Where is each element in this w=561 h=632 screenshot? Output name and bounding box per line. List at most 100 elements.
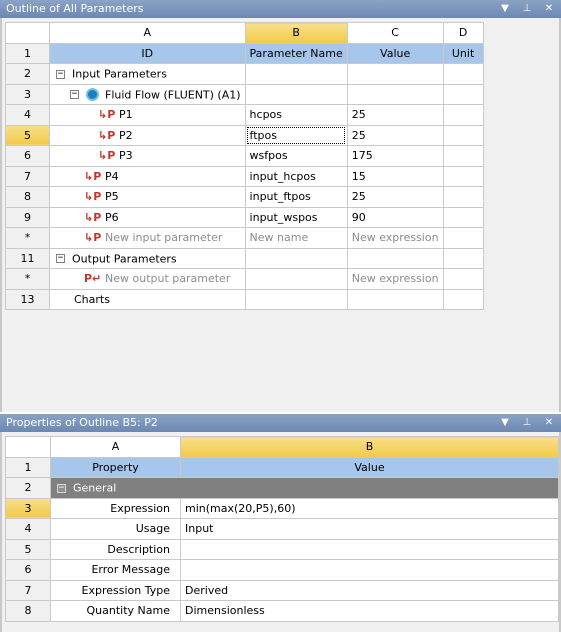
parameter-value-cell[interactable]: 175 xyxy=(346,145,444,167)
property-value[interactable] xyxy=(180,538,559,560)
table-row[interactable]: 7 ↳P P4 input_hcpos 15 xyxy=(5,165,484,187)
column-header-a[interactable]: A xyxy=(50,436,181,458)
table-cell[interactable] xyxy=(244,83,348,105)
row-number[interactable]: * xyxy=(5,227,50,249)
input-parameters-group[interactable]: − Input Parameters xyxy=(49,63,246,85)
parameter-id-cell[interactable]: ↳P P3 xyxy=(49,145,246,167)
parameter-unit-cell[interactable] xyxy=(442,104,484,126)
corner-cell[interactable] xyxy=(5,436,51,458)
parameter-value-cell[interactable]: 25 xyxy=(346,104,444,126)
parameter-value-cell[interactable]: 15 xyxy=(346,165,444,187)
row-number[interactable]: * xyxy=(5,268,50,290)
column-header-b[interactable]: B xyxy=(180,436,559,458)
row-number[interactable]: 1 xyxy=(5,42,50,64)
property-value[interactable] xyxy=(180,559,559,581)
pin-icon[interactable]: ⊥ xyxy=(521,0,533,18)
parameter-unit-cell[interactable] xyxy=(442,124,484,146)
column-header-c[interactable]: C xyxy=(346,22,444,44)
table-row[interactable]: 2 − Input Parameters xyxy=(5,63,484,85)
system-group[interactable]: − Fluid Flow (FLUENT) (A1) xyxy=(49,83,246,105)
row-number[interactable]: 11 xyxy=(5,247,50,269)
row-number[interactable]: 3 xyxy=(5,497,51,519)
table-row[interactable]: 6 ↳P P3 wsfpos 175 xyxy=(5,145,484,167)
general-group-row[interactable]: 2 − General xyxy=(5,477,559,499)
collapse-toggle-icon[interactable]: − xyxy=(57,483,66,493)
parameter-id-cell[interactable]: ↳P P6 xyxy=(49,206,246,228)
table-row[interactable]: 8 ↳P P5 input_ftpos 25 xyxy=(5,186,484,208)
column-header-d[interactable]: D xyxy=(442,22,484,44)
parameter-name-cell[interactable]: wsfpos xyxy=(244,145,348,167)
property-value[interactable]: Dimensionless xyxy=(180,600,559,622)
collapse-toggle-icon[interactable]: − xyxy=(70,90,79,99)
table-cell[interactable] xyxy=(346,247,444,269)
row-number[interactable]: 2 xyxy=(5,477,51,499)
table-cell[interactable] xyxy=(442,83,484,105)
parameter-name-cell[interactable]: ftpos xyxy=(244,124,348,146)
pin-icon[interactable]: ⊥ xyxy=(521,414,533,432)
charts-row-label[interactable]: Charts xyxy=(49,288,246,310)
table-cell[interactable] xyxy=(442,288,484,310)
table-cell[interactable] xyxy=(244,63,348,85)
parameter-value-cell[interactable]: 90 xyxy=(346,206,444,228)
row-number[interactable]: 4 xyxy=(5,104,50,126)
collapse-toggle-icon[interactable]: − xyxy=(56,254,65,263)
new-expression-cell[interactable]: New expression xyxy=(346,268,444,290)
table-cell[interactable] xyxy=(244,268,348,290)
row-number[interactable]: 8 xyxy=(5,600,51,622)
new-expression-cell[interactable]: New expression xyxy=(346,227,444,249)
property-value[interactable]: Derived xyxy=(180,579,559,601)
close-icon[interactable]: ✕ xyxy=(543,414,555,432)
table-cell[interactable] xyxy=(244,288,348,310)
table-row[interactable]: 13 Charts xyxy=(5,288,484,310)
output-parameters-group[interactable]: − Output Parameters xyxy=(49,247,246,269)
table-cell[interactable] xyxy=(244,247,348,269)
table-cell[interactable] xyxy=(442,63,484,85)
table-cell[interactable] xyxy=(346,83,444,105)
row-number[interactable]: 5 xyxy=(5,538,51,560)
parameter-name-cell[interactable]: input_wspos xyxy=(244,206,348,228)
parameter-name-cell[interactable]: hcpos xyxy=(244,104,348,126)
parameter-value-cell[interactable]: 25 xyxy=(346,124,444,146)
parameter-id-cell[interactable]: ↳P P5 xyxy=(49,186,246,208)
general-group-cell[interactable]: − General xyxy=(50,477,559,499)
row-number[interactable]: 2 xyxy=(5,63,50,85)
property-value[interactable]: Input xyxy=(180,518,559,540)
row-number[interactable]: 5 xyxy=(5,124,50,146)
parameter-unit-cell[interactable] xyxy=(442,165,484,187)
property-row[interactable]: 7 Expression Type Derived xyxy=(5,579,559,601)
table-cell[interactable] xyxy=(442,268,484,290)
row-number[interactable]: 4 xyxy=(5,518,51,540)
parameter-unit-cell[interactable] xyxy=(442,186,484,208)
parameter-unit-cell[interactable] xyxy=(442,206,484,228)
corner-cell[interactable] xyxy=(5,22,50,44)
parameter-id-cell[interactable]: ↳P P1 xyxy=(49,104,246,126)
table-row[interactable]: 9 ↳P P6 input_wspos 90 xyxy=(5,206,484,228)
new-input-row[interactable]: * ↳P New input parameter New name New exp… xyxy=(5,227,484,249)
row-number[interactable]: 7 xyxy=(5,579,51,601)
parameter-name-cell[interactable]: input_hcpos xyxy=(244,165,348,187)
property-value[interactable]: min(max(20,P5),60) xyxy=(180,497,559,519)
chevron-down-icon[interactable]: ▼ xyxy=(499,414,511,432)
row-number[interactable]: 13 xyxy=(5,288,50,310)
chevron-down-icon[interactable]: ▼ xyxy=(499,0,511,18)
table-row[interactable]: 3 − Fluid Flow (FLUENT) (A1) xyxy=(5,83,484,105)
property-row-selected[interactable]: 3 Expression min(max(20,P5),60) xyxy=(5,497,559,519)
new-input-parameter-cell[interactable]: ↳P New input parameter xyxy=(49,227,246,249)
row-number[interactable]: 6 xyxy=(5,559,51,581)
parameter-name-cell[interactable]: input_ftpos xyxy=(244,186,348,208)
row-number[interactable]: 7 xyxy=(5,165,50,187)
table-row[interactable]: 11 − Output Parameters xyxy=(5,247,484,269)
row-number[interactable]: 6 xyxy=(5,145,50,167)
property-row[interactable]: 6 Error Message xyxy=(5,559,559,581)
table-cell[interactable] xyxy=(346,288,444,310)
column-header-a[interactable]: A xyxy=(49,22,246,44)
row-number[interactable]: 9 xyxy=(5,206,50,228)
table-row-selected[interactable]: 5 ↳P P2 ftpos 25 xyxy=(5,124,484,146)
column-header-b[interactable]: B xyxy=(244,22,348,44)
new-output-parameter-cell[interactable]: P↵ New output parameter xyxy=(49,268,246,290)
parameter-id-cell[interactable]: ↳P P4 xyxy=(49,165,246,187)
row-number[interactable]: 3 xyxy=(5,83,50,105)
row-number[interactable]: 1 xyxy=(5,456,51,478)
property-row[interactable]: 5 Description xyxy=(5,538,559,560)
property-row[interactable]: 4 Usage Input xyxy=(5,518,559,540)
